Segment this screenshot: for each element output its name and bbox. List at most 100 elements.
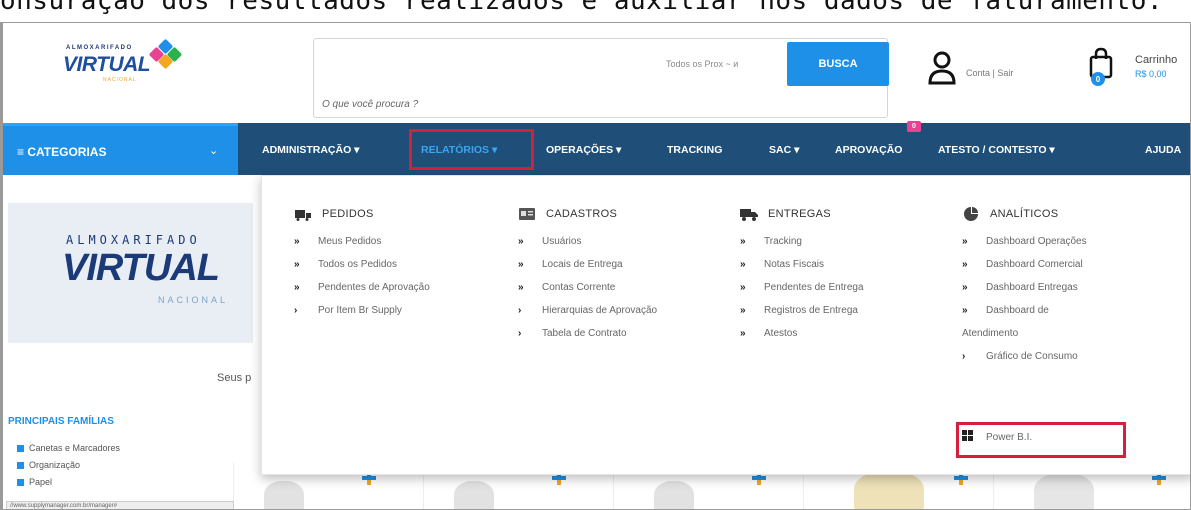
menu-item-label: Todos os Pedidos: [318, 259, 397, 270]
caption-strip: onsuração dos resultados realizados e au…: [0, 0, 1191, 22]
menu-item-label: Contas Corrente: [542, 282, 616, 293]
chevron-right-icon: ›: [294, 305, 298, 316]
menu-item-dashboard-entregas[interactable]: » Dashboard Entregas: [962, 282, 1078, 293]
chevron-right-icon: ›: [518, 305, 522, 316]
menu-item-todos-pedidos[interactable]: » Todos os Pedidos: [294, 259, 397, 270]
chevron-right-icon: ›: [518, 328, 522, 339]
categories-button[interactable]: ≡ CATEGORIAS ⌄: [3, 123, 238, 175]
double-chevron-icon: »: [740, 282, 746, 293]
product-image: [854, 471, 924, 509]
id-card-icon: [518, 207, 536, 221]
products-heading: Seus p: [217, 372, 252, 384]
browser-frame: ALMOXARIFADO VIRTUAL NACIONAL O que você…: [0, 22, 1191, 510]
column-header-analiticos: ANALÍTICOS: [962, 207, 1058, 221]
search-button[interactable]: BUSCA: [787, 42, 889, 86]
nav-operacoes[interactable]: OPERAÇÕES ▾: [546, 144, 621, 156]
menu-item-meus-pedidos[interactable]: » Meus Pedidos: [294, 236, 381, 247]
menu-item-hierarquias[interactable]: › Hierarquias de Aprovação: [518, 305, 657, 316]
nav-ajuda[interactable]: AJUDA: [1145, 144, 1181, 156]
categories-label: ≡ CATEGORIAS: [17, 145, 107, 159]
nav-sac[interactable]: SAC ▾: [769, 144, 799, 156]
relatorios-mega-menu: PEDIDOS » Meus Pedidos » Todos os Pedidos …: [261, 175, 1190, 475]
column-header-pedidos: PEDIDOS: [294, 207, 374, 221]
truck-cart-icon: [294, 207, 312, 221]
menu-item-notas-fiscais[interactable]: » Notas Fiscais: [740, 259, 824, 270]
product-image: [654, 481, 694, 509]
cart-count-badge: 0: [1091, 72, 1105, 86]
column-title: PEDIDOS: [322, 208, 374, 220]
double-chevron-icon: »: [740, 259, 746, 270]
site-header: ALMOXARIFADO VIRTUAL NACIONAL O que você…: [3, 23, 1190, 123]
chevron-down-icon: ⌄: [209, 145, 219, 157]
product-image: [1034, 473, 1094, 509]
menu-item-label: Locais de Entrega: [542, 259, 623, 270]
family-item[interactable]: Organização: [17, 460, 80, 470]
families-title: PRINCIPAIS FAMÍLIAS: [8, 416, 114, 427]
menu-item-label: Dashboard Entregas: [986, 282, 1078, 293]
menu-item-dashboard-comercial[interactable]: » Dashboard Comercial: [962, 259, 1083, 270]
menu-item-label: Usuários: [542, 236, 582, 247]
banner-sub-text: NACIONAL: [158, 295, 229, 305]
menu-item-tracking[interactable]: » Tracking: [740, 236, 802, 247]
cart-label: Carrinho: [1135, 54, 1178, 66]
menu-item-dashboard-operacoes[interactable]: » Dashboard Operações: [962, 236, 1087, 247]
menu-item-registros-entrega[interactable]: » Registros de Entrega: [740, 305, 858, 316]
menu-item-contas-corrente[interactable]: » Contas Corrente: [518, 282, 615, 293]
folder-icon: [17, 444, 24, 452]
menu-item-label: Dashboard Operações: [986, 236, 1087, 247]
double-chevron-icon: »: [740, 328, 746, 339]
menu-item-label: Por Item Br Supply: [318, 305, 402, 316]
double-chevron-icon: »: [518, 259, 524, 270]
menu-item-label: Meus Pedidos: [318, 236, 382, 247]
menu-item-tabela-contrato[interactable]: › Tabela de Contrato: [518, 328, 627, 339]
column-title: ENTREGAS: [768, 208, 831, 220]
family-label: Organização: [29, 460, 81, 470]
banner-big-text: VIRTUAL: [62, 247, 220, 289]
search-box[interactable]: O que você procura ? Todos os Prox ~ ᴎ B…: [313, 38, 889, 118]
menu-item-label: Registros de Entrega: [764, 305, 858, 316]
product-image: [454, 481, 494, 509]
search-filter-select[interactable]: Todos os Prox ~ ᴎ: [666, 59, 738, 69]
menu-item-locais-entrega[interactable]: » Locais de Entrega: [518, 259, 623, 270]
nav-relatorios[interactable]: RELATÓRIOS ▾: [421, 144, 497, 156]
status-bar-url: //www.supplymanager.com.br/manager#: [6, 501, 234, 509]
column-title: ANALÍTICOS: [990, 208, 1059, 220]
highlight-box-power-bi: [956, 422, 1126, 458]
double-chevron-icon: »: [294, 282, 300, 293]
account-link[interactable]: Conta | Sair: [928, 51, 1068, 91]
menu-item-grafico-consumo[interactable]: › Gráfico de Consumo: [962, 351, 1078, 362]
search-input[interactable]: O que você procura ?: [322, 99, 418, 110]
menu-item-label: Tabela de Contrato: [542, 328, 627, 339]
folder-icon: [17, 478, 24, 486]
cart-link[interactable]: 0 Carrinho R$ 0,00: [1088, 47, 1190, 97]
menu-item-por-item[interactable]: › Por Item Br Supply: [294, 305, 402, 316]
nav-tracking[interactable]: TRACKING: [667, 144, 722, 156]
nav-aprovacao[interactable]: APROVAÇÃO: [835, 144, 902, 156]
truck-icon: [740, 207, 758, 221]
menu-item-pendentes-aprovacao[interactable]: » Pendentes de Aprovação: [294, 282, 430, 293]
menu-item-dashboard-atendimento[interactable]: » Dashboard de: [962, 305, 1049, 316]
menu-item-usuarios[interactable]: » Usuários: [518, 236, 581, 247]
site-logo[interactable]: ALMOXARIFADO VIRTUAL NACIONAL: [63, 38, 183, 91]
nav-atesto-contesto[interactable]: ATESTO / CONTESTO ▾: [938, 144, 1055, 156]
menu-item-label: Pendentes de Aprovação: [318, 282, 430, 293]
chevron-right-icon: ›: [962, 351, 966, 362]
menu-item-atestos[interactable]: » Atestos: [740, 328, 797, 339]
caption-text: onsuração dos resultados realizados e au…: [0, 0, 1164, 16]
double-chevron-icon: »: [740, 236, 746, 247]
family-item[interactable]: Papel: [17, 477, 52, 487]
logo-big-text: VIRTUAL: [63, 53, 151, 76]
family-item[interactable]: Canetas e Marcadores: [17, 443, 120, 453]
menu-item-pendentes-entrega[interactable]: » Pendentes de Entrega: [740, 282, 864, 293]
column-title: CADASTROS: [546, 208, 618, 220]
side-banner: ALMOXARIFADO VIRTUAL NACIONAL: [8, 203, 253, 343]
menu-item-label: Atestos: [764, 328, 798, 339]
pie-chart-icon: [962, 207, 980, 221]
nav-administracao[interactable]: ADMINISTRAÇÃO ▾: [262, 144, 359, 156]
double-chevron-icon: »: [294, 259, 300, 270]
folder-icon: [17, 461, 24, 469]
menu-item-atendimento-wrap[interactable]: Atendimento: [962, 328, 1018, 339]
menu-item-label: Pendentes de Entrega: [764, 282, 864, 293]
double-chevron-icon: »: [518, 282, 524, 293]
menu-item-label: Dashboard Comercial: [986, 259, 1083, 270]
